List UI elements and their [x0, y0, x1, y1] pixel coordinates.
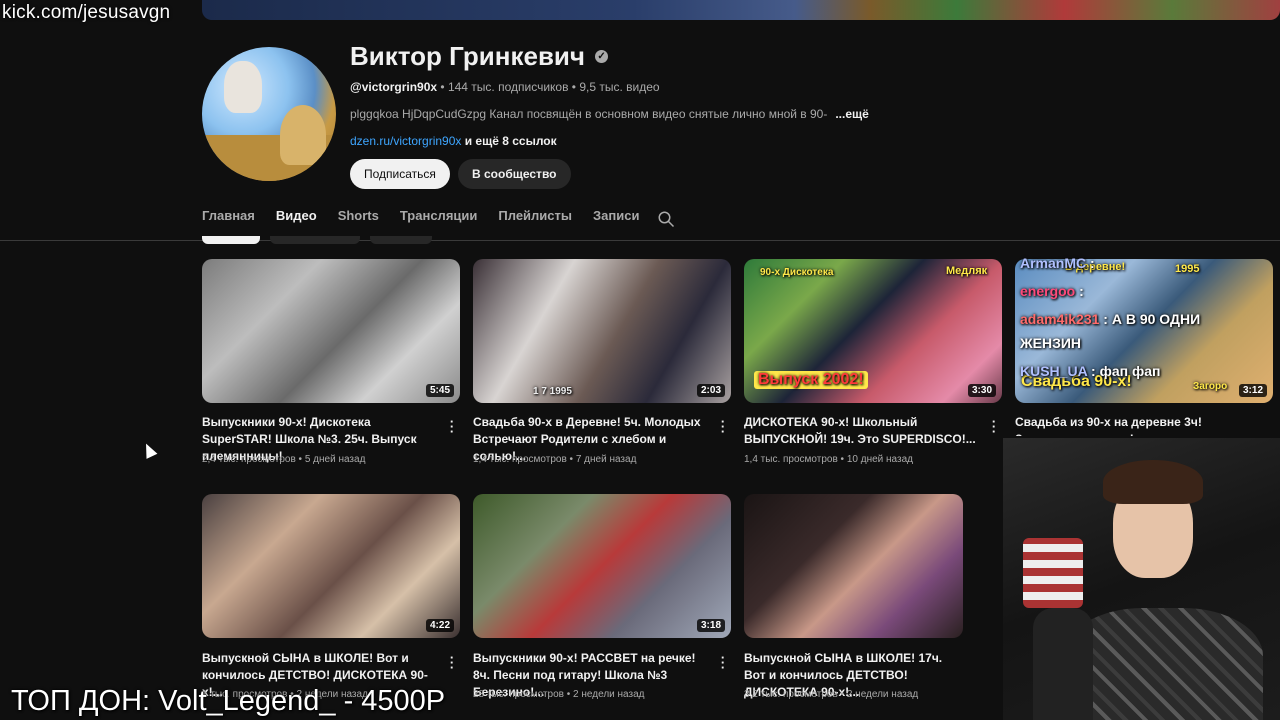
avatar-man — [280, 105, 326, 165]
channel-handle: @victorgrin90x — [350, 80, 438, 94]
chat-message: adam4ik231 : А В 90 ОДНИ — [1020, 311, 1200, 327]
channel-description[interactable]: plggqkoa HjDqpCudGzpg Канал посвящён в о… — [350, 107, 869, 121]
thumbnail-caption: Медляк — [946, 265, 988, 277]
video-meta: 2,4 тыс. просмотров • 5 дней назад — [202, 454, 366, 465]
channel-name: Виктор Гринкевич — [350, 41, 586, 71]
stream-chat-overlay: ArmanMC : energoo : adam4ik231 : А В 90 … — [1020, 245, 1270, 403]
channel-banner — [202, 0, 1280, 20]
chat-username: energoo — [1020, 283, 1076, 299]
duration-badge: 2:03 — [696, 384, 725, 397]
avatar-dog — [224, 61, 262, 113]
channel-meta: @victorgrin90x • 144 тыс. подписчиков • … — [350, 80, 660, 94]
channel-avatar[interactable] — [202, 47, 336, 181]
video-title[interactable]: ДИСКОТЕКА 90-х! Школьный ВЫПУСКНОЙ! 19ч.… — [744, 414, 984, 448]
more-options-icon[interactable]: · · · — [448, 415, 456, 438]
video-thumbnail[interactable]: 90-х Дискотека Медляк Выпуск 2002! 3:30 — [744, 259, 1002, 403]
filter-chip-oldest[interactable] — [370, 236, 432, 244]
video-meta: 28 тыс. просмотров • 2 недели назад — [473, 689, 645, 700]
filter-chip-latest[interactable] — [202, 236, 260, 244]
video-thumbnail[interactable]: 3:18 — [473, 494, 731, 638]
video-thumbnail[interactable]: 4:22 — [202, 494, 460, 638]
thumbnail-caption: 90-х Дискотека — [760, 267, 834, 278]
channel-stats: • 144 тыс. подписчиков • 9,5 тыс. видео — [437, 80, 660, 94]
channel-link[interactable]: dzen.ru/victorgrin90x — [350, 134, 461, 148]
description-text: plggqkoa HjDqpCudGzpg Канал посвящён в о… — [350, 107, 828, 121]
duration-badge: 4:22 — [425, 619, 454, 632]
streamer-webcam — [1003, 438, 1280, 720]
chat-message: ArmanMC : — [1020, 255, 1095, 271]
stream-url-overlay: kick.com/jesusavgn — [2, 2, 171, 23]
webcam-shirt — [1063, 608, 1263, 720]
video-thumbnail[interactable]: 1 7 1995 2:03 — [473, 259, 731, 403]
community-button[interactable]: В сообщество — [458, 159, 571, 189]
more-options-icon[interactable]: · · · — [719, 415, 727, 438]
description-more-link[interactable]: ...ещё — [835, 107, 868, 121]
mouse-cursor-icon — [140, 441, 158, 459]
chat-message: KUSH_UA : фап фап — [1020, 363, 1160, 379]
video-meta: 1,4 тыс. просмотров • 7 дней назад — [473, 454, 637, 465]
video-meta: 3,2 тыс. просмотров • 2 недели назад — [744, 689, 919, 700]
more-options-icon[interactable]: · · · — [990, 415, 998, 438]
chat-username: KUSH_UA — [1020, 363, 1088, 379]
thumbnail-date-stamp: 1 7 1995 — [533, 386, 572, 397]
webcam-hair — [1103, 460, 1203, 504]
top-donor-overlay: ТОП ДОН: Volt_Legend_ - 4500P — [11, 685, 446, 717]
webcam-flag — [1023, 538, 1083, 608]
chat-text: : А В 90 ОДНИ — [1099, 311, 1201, 327]
video-thumbnail[interactable]: 5:45 — [202, 259, 460, 403]
tab-posts[interactable]: Записи — [593, 208, 639, 240]
filter-chip-popular[interactable] — [270, 236, 360, 244]
chat-username: ArmanMC — [1020, 255, 1087, 271]
duration-badge: 3:18 — [696, 619, 725, 632]
chat-message: ЖЕНЗИН — [1020, 335, 1081, 351]
more-options-icon[interactable]: · · · — [448, 651, 456, 674]
chat-text: : фап фап — [1087, 363, 1161, 379]
more-links[interactable]: и ещё 8 ссылок — [461, 134, 557, 148]
channel-name-row: Виктор Гринкевич ✓ — [350, 41, 609, 72]
tabs-divider — [0, 240, 1280, 241]
video-meta: 1,4 тыс. просмотров • 10 дней назад — [744, 454, 913, 465]
webcam-microphone — [1033, 608, 1093, 720]
video-title[interactable]: Свадьба из 90-х на деревне 3ч! Загорелис… — [1015, 414, 1255, 436]
duration-badge: 3:30 — [967, 384, 996, 397]
chat-text: : — [1075, 283, 1084, 299]
search-icon[interactable] — [657, 210, 675, 228]
chat-text: ЖЕНЗИН — [1020, 335, 1082, 351]
chat-message: energoo : — [1020, 283, 1084, 299]
more-options-icon[interactable]: · · · — [719, 651, 727, 674]
subscribe-button[interactable]: Подписаться — [350, 159, 450, 189]
channel-links: dzen.ru/victorgrin90x и ещё 8 ссылок — [350, 134, 557, 148]
thumbnail-caption: Выпуск 2002! — [754, 371, 868, 389]
video-thumbnail[interactable] — [744, 494, 963, 638]
chat-text: : — [1086, 255, 1095, 271]
chat-username: adam4ik231 — [1020, 311, 1100, 327]
tab-playlists[interactable]: Плейлисты — [498, 208, 572, 240]
duration-badge: 5:45 — [425, 384, 454, 397]
verified-icon: ✓ — [595, 50, 609, 63]
